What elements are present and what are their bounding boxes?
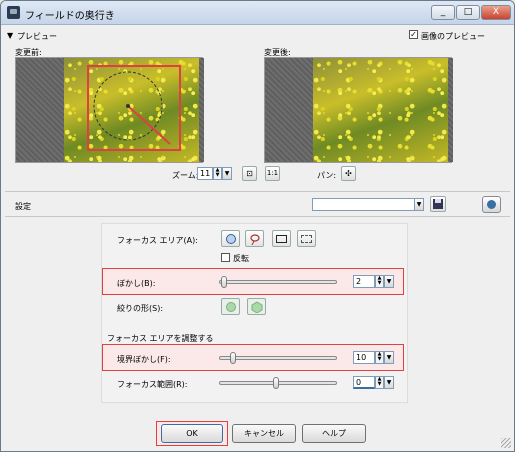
aperture-circle-button[interactable] [221, 298, 240, 315]
actual-size-button[interactable]: 1:1 [265, 166, 280, 181]
aperture-hexagon-icon [251, 301, 263, 313]
edge-blur-spinner[interactable]: ▲ ▼ [375, 351, 384, 364]
adjust-focus-header: フォーカス エリアを調整する [107, 334, 214, 343]
pan-label: パン: [317, 171, 337, 180]
collapse-arrow-icon[interactable]: ▼ [7, 31, 13, 40]
focus-range-slider-thumb[interactable] [272, 377, 279, 389]
rectangle-shape-button[interactable] [272, 230, 291, 247]
before-preview-frame [15, 57, 204, 163]
app-icon [7, 6, 20, 19]
aperture-shape-label: 絞りの形(S): [117, 304, 164, 313]
options-icon [487, 200, 496, 209]
maximize-button[interactable]: □ [456, 5, 480, 20]
blur-label: ぼかし(B): [117, 279, 156, 288]
edge-blur-input[interactable]: 10 [353, 351, 375, 364]
cancel-button[interactable]: キャンセル [232, 424, 296, 443]
lasso-icon [250, 234, 260, 245]
edge-blur-slider-track[interactable] [219, 356, 337, 360]
dialog-window: フィールドの奥行き _ □ X ▼ プレビュー ✓ 画像のプレビュー 変更前: … [0, 0, 515, 452]
invert-label: 反転 [233, 254, 249, 263]
edge-blur-slider-thumb[interactable] [230, 352, 237, 364]
minimize-button[interactable]: _ [431, 5, 455, 20]
fit-window-button[interactable]: ⊡ [242, 166, 257, 181]
zoom-dropdown-button[interactable]: ▼ [222, 167, 232, 180]
blur-dropdown-button[interactable]: ▼ [384, 275, 394, 288]
preset-options-button[interactable] [482, 196, 501, 213]
help-button[interactable]: ヘルプ [302, 424, 366, 443]
preset-dropdown-button[interactable]: ▼ [414, 198, 424, 211]
blur-slider-thumb[interactable] [221, 276, 228, 288]
divider [5, 191, 510, 192]
title-bar: フィールドの奥行き _ □ X [1, 1, 514, 25]
preview-section-label[interactable]: プレビュー [17, 31, 57, 42]
freeform-shape-button[interactable] [245, 230, 264, 247]
focus-range-dropdown-button[interactable]: ▼ [384, 376, 394, 389]
aperture-circle-icon [226, 302, 236, 312]
focus-area-label: フォーカス エリア(A): [117, 236, 198, 245]
focus-range-input[interactable]: 0 [353, 376, 375, 389]
ok-button[interactable]: OK [161, 424, 223, 443]
show-preview-checkbox[interactable]: ✓ [409, 30, 418, 39]
focus-range-spinner[interactable]: ▲ ▼ [375, 376, 384, 389]
marquee-icon [301, 235, 312, 243]
focus-range-label: フォーカス範囲(R): [117, 380, 188, 389]
zoom-label: ズーム: [172, 171, 199, 180]
blur-input[interactable]: 2 [353, 275, 375, 288]
aperture-hexagon-button[interactable] [247, 298, 266, 315]
marquee-shape-button[interactable] [297, 230, 316, 247]
settings-label: 設定 [15, 202, 31, 211]
zoom-spinner[interactable]: ▲ ▼ [213, 167, 222, 180]
preset-dropdown[interactable] [312, 198, 415, 211]
blur-slider-track[interactable] [219, 280, 337, 284]
rectangle-icon [276, 235, 287, 243]
divider [5, 216, 510, 217]
circle-icon [226, 234, 236, 244]
pan-button[interactable]: ✣ [341, 166, 356, 181]
invert-checkbox[interactable] [221, 253, 230, 262]
blur-spinner[interactable]: ▲ ▼ [375, 275, 384, 288]
edge-blur-dropdown-button[interactable]: ▼ [384, 351, 394, 364]
close-button[interactable]: X [481, 5, 511, 20]
after-preview-frame [264, 57, 453, 163]
after-preview-image [313, 58, 448, 162]
window-title: フィールドの奥行き [25, 11, 115, 22]
save-preset-icon[interactable] [430, 196, 446, 212]
zoom-input[interactable]: 11 [197, 167, 213, 180]
edge-blur-label: 境界ぼかし(F): [117, 355, 171, 364]
circle-shape-button[interactable] [221, 230, 240, 247]
focus-area-overlay[interactable] [88, 70, 180, 152]
show-preview-label: 画像のプレビュー [421, 32, 485, 41]
resize-grip[interactable] [501, 438, 511, 448]
